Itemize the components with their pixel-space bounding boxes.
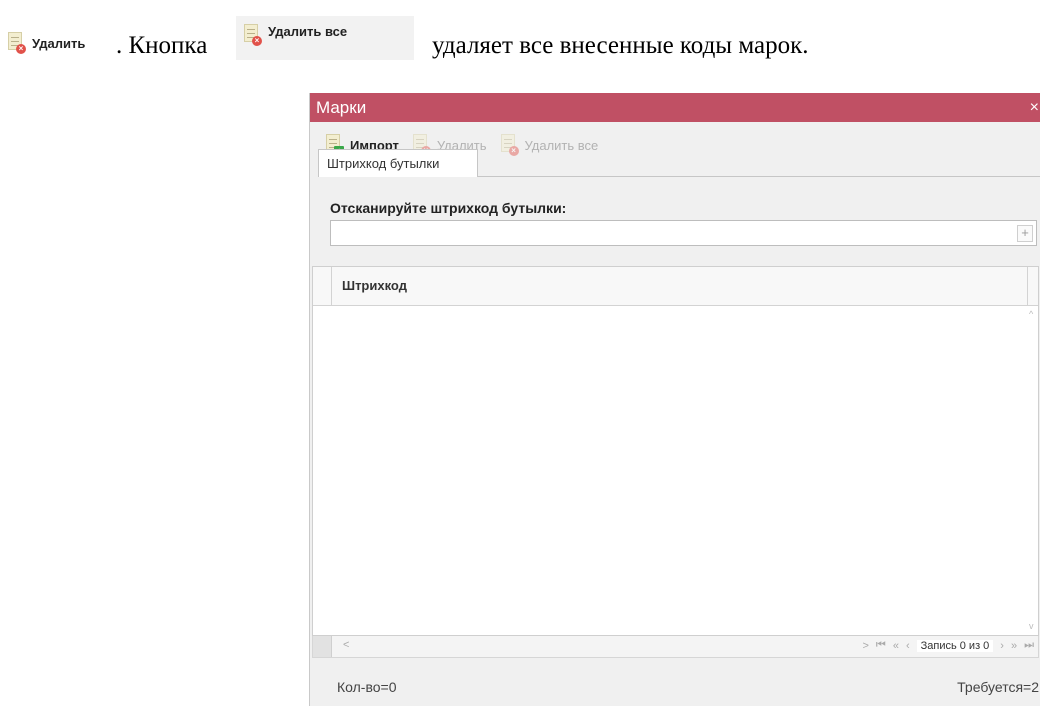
pager-nav: > ⏮ « ‹ Запись 0 из 0 › » ⏭ [862,639,1034,652]
prev-page-icon[interactable]: « [893,640,899,652]
scan-label: Отсканируйте штрихкод бутылки: [330,200,567,216]
document-delete-icon: × [242,24,262,46]
prev-record-icon[interactable]: ‹ [906,640,910,652]
tab-bottle-barcode[interactable]: Штрихкод бутылки [318,149,478,177]
scroll-up-icon[interactable]: ^ [1029,309,1033,319]
last-record-icon[interactable]: ⏭ [1024,639,1034,652]
document-delete-icon: × [499,134,519,156]
window-title: Марки [316,98,367,117]
column-header-barcode[interactable]: Штрихкод [342,267,407,305]
marks-window: Марки × ↓ Импорт × Удалить × Удалить все… [309,93,1040,706]
next-record-icon[interactable]: › [1000,640,1004,652]
document-text-line: × Удалить . Кнопка × Удалить все удаляет… [0,0,1040,60]
window-titlebar[interactable]: Марки × [310,93,1040,122]
next-page-icon[interactable]: » [1011,640,1017,652]
delete-all-button-image: × Удалить все [236,16,414,60]
grid-header: Штрихкод [313,267,1038,306]
first-record-icon[interactable]: ⏮ [876,639,886,652]
vertical-scrollbar[interactable]: ^ v [1028,305,1038,635]
row-selector-header[interactable] [313,267,332,305]
close-icon[interactable]: × [1030,93,1039,122]
document-delete-icon: × [6,32,26,54]
delete-all-button-label: Удалить все [268,24,348,39]
count-label: Кол-во=0 [337,679,397,695]
tab-divider [478,176,1040,177]
column-divider [1027,267,1028,305]
barcode-scan-input[interactable]: + [330,220,1037,246]
grid-pager: < > ⏮ « ‹ Запись 0 из 0 › » ⏭ [312,636,1039,658]
doc-text-end: удаляет все внесенные коды марок. [432,32,809,59]
delete-button-label: Удалить [32,35,86,51]
required-label: Требуется=2 [957,679,1039,695]
delete-all-button-label: Удалить все [524,137,599,153]
scroll-right-icon[interactable]: > [862,640,868,652]
scroll-left-icon[interactable]: < [343,639,349,651]
delete-all-button[interactable]: × Удалить все [499,134,599,156]
pager-corner [313,636,332,657]
add-barcode-button[interactable]: + [1017,225,1033,242]
scroll-down-icon[interactable]: v [1029,621,1034,631]
delete-button-image: × Удалить [6,28,85,58]
record-counter: Запись 0 из 0 [916,639,994,652]
doc-text-mid: . Кнопка [116,32,208,59]
barcode-grid: Штрихкод ^ v [312,266,1039,636]
